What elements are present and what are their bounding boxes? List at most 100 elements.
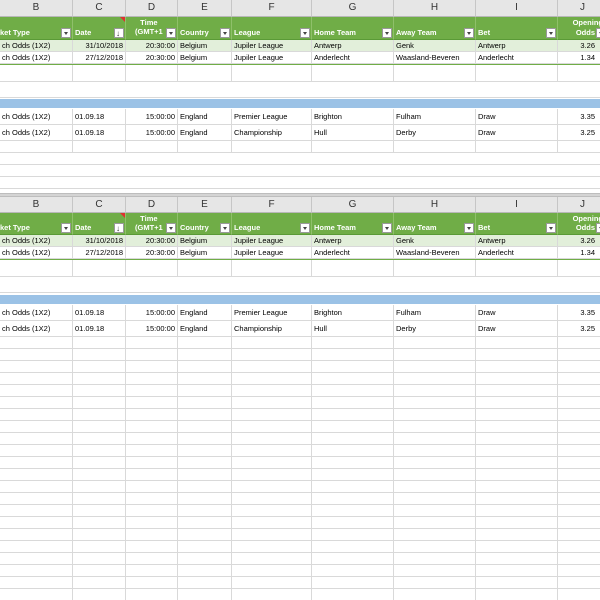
empty-cell[interactable] [178,361,232,373]
empty-cell[interactable] [0,553,73,565]
empty-cell[interactable] [476,409,558,421]
cell-odds[interactable]: 3.25 [558,125,600,141]
cell-away-team[interactable]: Fulham [394,109,476,125]
empty-cell[interactable] [178,589,232,600]
empty-cell[interactable] [126,397,178,409]
cell-away-team[interactable]: Derby [394,321,476,337]
empty-cell[interactable] [312,481,394,493]
cell-odds[interactable]: 1.34 [558,52,600,64]
empty-cell[interactable] [558,421,600,433]
empty-cell[interactable] [312,505,394,517]
empty-cell[interactable] [73,373,126,385]
filter-dropdown-button[interactable] [596,223,600,233]
empty-cell[interactable] [126,337,178,349]
empty-cell[interactable] [232,409,312,421]
empty-cell[interactable] [178,141,232,153]
filter-dropdown-button[interactable] [166,28,176,38]
empty-cell[interactable] [126,373,178,385]
cell-league[interactable]: Jupiler League [232,52,312,64]
empty-cell[interactable] [0,153,600,165]
empty-cell[interactable] [476,517,558,529]
empty-cell[interactable] [476,349,558,361]
filter-dropdown-button[interactable] [464,223,474,233]
empty-cell[interactable] [178,517,232,529]
empty-cell[interactable] [394,433,476,445]
column-b-header[interactable]: B [0,197,73,213]
empty-cell[interactable] [73,260,126,277]
empty-cell[interactable] [178,397,232,409]
column-b-header[interactable]: B [0,0,73,17]
cell-time[interactable]: 15:00:00 [126,321,178,337]
empty-cell[interactable] [126,65,178,82]
filter-dropdown-button[interactable] [220,28,230,38]
empty-cell[interactable] [476,385,558,397]
empty-cell[interactable] [232,589,312,600]
empty-cell[interactable] [558,433,600,445]
empty-cell[interactable] [476,337,558,349]
empty-cell[interactable] [312,361,394,373]
cell-league[interactable]: Jupiler League [232,247,312,259]
empty-cell[interactable] [476,445,558,457]
empty-cell[interactable] [476,565,558,577]
empty-cell[interactable] [232,469,312,481]
column-d-header[interactable]: D [126,197,178,213]
empty-cell[interactable] [312,469,394,481]
empty-cell[interactable] [394,541,476,553]
empty-cell[interactable] [178,373,232,385]
empty-cell[interactable] [232,493,312,505]
empty-cell[interactable] [476,469,558,481]
filter-dropdown-button[interactable] [596,28,600,38]
cell-bet[interactable]: Anderlecht [476,247,558,259]
sort-filter-button[interactable]: ↓ [114,28,124,38]
empty-cell[interactable] [558,541,600,553]
empty-cell[interactable] [394,65,476,82]
column-f-header[interactable]: F [232,0,312,17]
empty-cell[interactable] [394,397,476,409]
empty-cell[interactable] [126,457,178,469]
cell-bet[interactable]: Draw [476,321,558,337]
cell-league[interactable]: Jupiler League [232,40,312,52]
cell-date[interactable]: 01.09.18 [73,321,126,337]
empty-cell[interactable] [394,565,476,577]
empty-cell[interactable] [73,421,126,433]
sort-filter-button[interactable]: ↓ [114,223,124,233]
empty-cell[interactable] [73,565,126,577]
empty-cell[interactable] [558,337,600,349]
empty-cell[interactable] [312,260,394,277]
empty-cell[interactable] [126,493,178,505]
empty-cell[interactable] [312,589,394,600]
empty-cell[interactable] [0,409,73,421]
empty-cell[interactable] [0,373,73,385]
cell-time[interactable]: 20:30:00 [126,247,178,259]
column-e-header[interactable]: E [178,197,232,213]
empty-cell[interactable] [232,517,312,529]
cell-home-team[interactable]: Anderlecht [312,247,394,259]
cell-away-team[interactable]: Genk [394,40,476,52]
cell-odds[interactable]: 3.25 [558,321,600,337]
filter-dropdown-button[interactable] [382,223,392,233]
column-e-header[interactable]: E [178,0,232,17]
empty-cell[interactable] [0,505,73,517]
empty-cell[interactable] [232,541,312,553]
empty-cell[interactable] [476,529,558,541]
cell-home-team[interactable]: Brighton [312,109,394,125]
empty-cell[interactable] [394,577,476,589]
empty-cell[interactable] [232,397,312,409]
cell-home-team[interactable]: Hull [312,125,394,141]
empty-cell[interactable] [0,65,73,82]
empty-cell[interactable] [394,385,476,397]
empty-cell[interactable] [312,349,394,361]
cell-away-team[interactable]: Fulham [394,305,476,321]
empty-cell[interactable] [476,373,558,385]
cell-odds[interactable]: 3.35 [558,109,600,125]
cell-date[interactable]: 27/12/2018 [73,52,126,64]
empty-cell[interactable] [73,541,126,553]
cell-country[interactable]: England [178,321,232,337]
cell-time[interactable]: 15:00:00 [126,109,178,125]
empty-cell[interactable] [126,361,178,373]
empty-cell[interactable] [394,349,476,361]
empty-cell[interactable] [394,409,476,421]
empty-cell[interactable] [312,433,394,445]
filter-dropdown-button[interactable] [464,28,474,38]
empty-cell[interactable] [178,553,232,565]
